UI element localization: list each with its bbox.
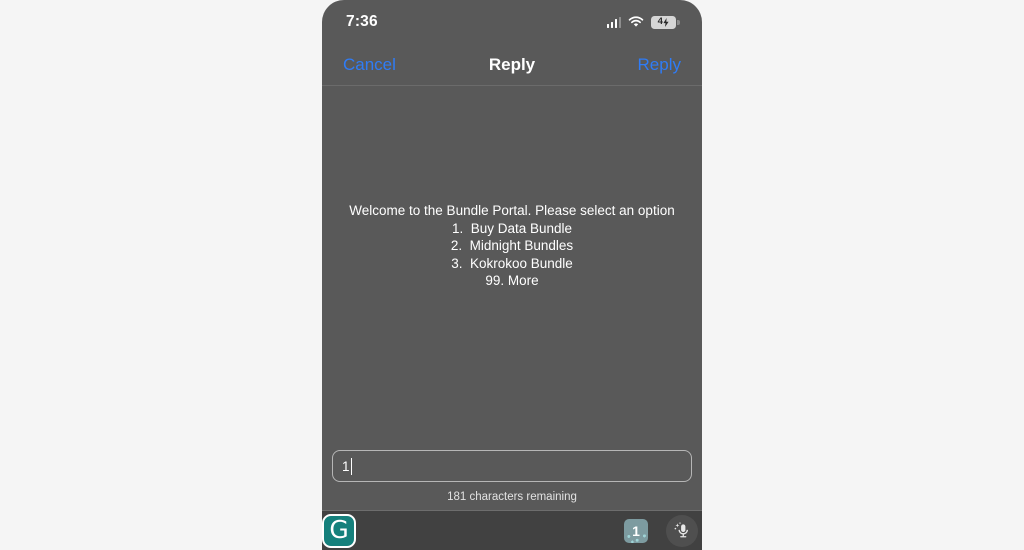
keyboard-toolbar: G 1 [322,510,702,550]
screenshot-root: 7:36 4 Cancel Reply Reply Welcome to the… [0,0,1024,550]
message-option: 2. Midnight Bundles [450,238,574,254]
microphone-dictation-icon[interactable] [666,514,698,547]
ussd-message-block: Welcome to the Bundle Portal. Please sel… [349,202,674,290]
battery-charging-icon: 4 [651,15,680,29]
charging-bolt-icon [663,17,669,27]
reply-button[interactable]: Reply [638,55,681,75]
suggestion-chip[interactable]: 1 [624,518,648,543]
wifi-icon [628,16,644,28]
reply-input[interactable]: 1 [332,450,692,482]
cellular-signal-icon [606,16,621,28]
reply-input-value: 1 [342,458,350,474]
character-counter: 181 characters remaining [447,491,577,503]
message-area: Welcome to the Bundle Portal. Please sel… [322,86,702,450]
grammarly-logo-icon[interactable]: G [322,513,356,548]
message-option: 1. Buy Data Bundle [451,220,573,236]
grammarly-letter: G [329,515,349,544]
status-bar-icons: 4 [606,15,680,29]
compose-area: 1 181 characters remaining [322,450,702,510]
suggestion-chip-label: 1 [632,522,640,539]
navigation-bar: Cancel Reply Reply [322,44,702,86]
message-option: 3. Kokrokoo Bundle [451,255,573,271]
battery-level-label: 4 [657,16,663,28]
status-bar: 7:36 4 [322,0,702,44]
message-option: 99. More [485,273,539,289]
phone-screen: 7:36 4 Cancel Reply Reply Welcome to the… [322,0,702,550]
status-bar-time: 7:36 [346,13,378,30]
message-header: Welcome to the Bundle Portal. Please sel… [349,203,675,219]
text-cursor [350,457,353,475]
cancel-button[interactable]: Cancel [343,55,396,75]
